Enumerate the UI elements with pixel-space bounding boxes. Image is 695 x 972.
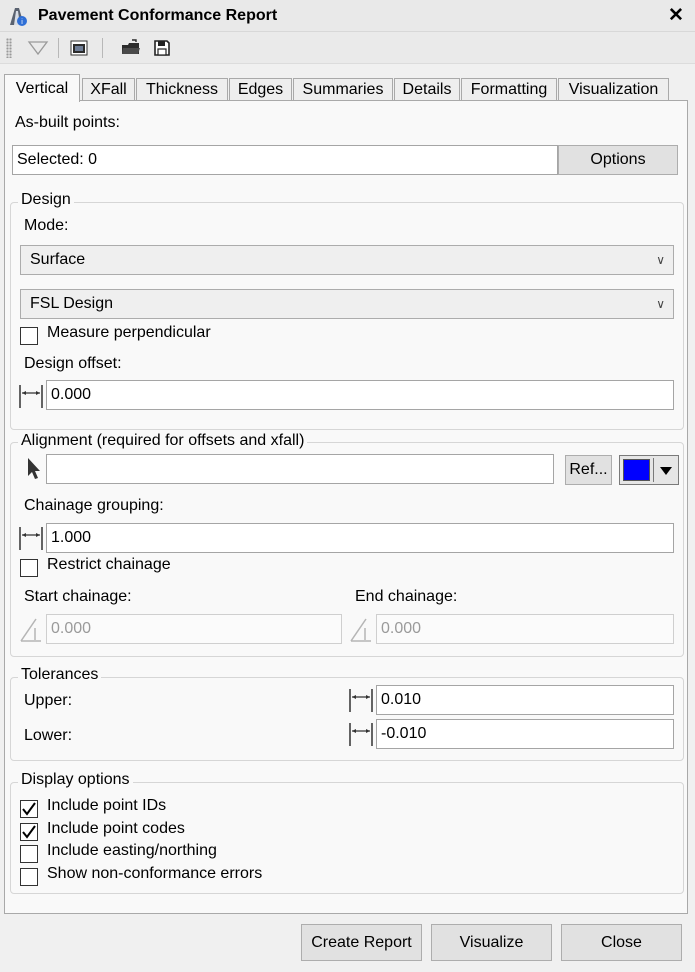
chainage-grouping-input[interactable]: 1.000 bbox=[46, 523, 674, 553]
restrict-chainage-label: Restrict chainage bbox=[47, 556, 171, 573]
include-point-ids-checkbox[interactable] bbox=[20, 800, 38, 818]
chainage-angle-icon bbox=[350, 618, 371, 642]
title-bar: i Pavement Conformance Report ✕ bbox=[0, 0, 695, 32]
mode-value: Surface bbox=[30, 251, 86, 268]
display-options-group-label: Display options bbox=[18, 771, 133, 789]
close-icon[interactable]: ✕ bbox=[666, 4, 686, 27]
upper-tolerance-input[interactable]: 0.010 bbox=[376, 685, 674, 715]
tab-details[interactable]: Details bbox=[394, 78, 460, 102]
dropdown-arrow-icon bbox=[660, 467, 672, 475]
horizontal-distance-icon bbox=[19, 385, 43, 408]
end-chainage-label: End chainage: bbox=[355, 588, 458, 605]
toolbar-separator bbox=[102, 38, 103, 58]
mode-label: Mode: bbox=[24, 217, 69, 234]
create-report-button[interactable]: Create Report bbox=[301, 924, 422, 961]
end-chainage-input[interactable]: 0.000 bbox=[376, 614, 674, 644]
toolbar-grip[interactable] bbox=[6, 38, 12, 58]
pavement-app-icon: i bbox=[10, 8, 27, 26]
horizontal-distance-icon bbox=[349, 689, 373, 712]
ref-button[interactable]: Ref... bbox=[565, 455, 612, 485]
tab-xfall[interactable]: XFall bbox=[82, 78, 135, 102]
chainage-angle-icon bbox=[20, 618, 41, 642]
tab-formatting[interactable]: Formatting bbox=[461, 78, 557, 102]
measure-perpendicular-label: Measure perpendicular bbox=[47, 324, 211, 341]
lower-tolerance-label: Lower: bbox=[24, 727, 73, 744]
arrow-pointer-icon[interactable] bbox=[24, 456, 44, 482]
selected-points-field[interactable]: Selected: 0 bbox=[12, 145, 558, 175]
design-offset-label: Design offset: bbox=[24, 355, 122, 372]
color-picker-button[interactable] bbox=[619, 455, 679, 485]
options-button[interactable]: Options bbox=[558, 145, 678, 175]
save-icon[interactable] bbox=[150, 36, 174, 60]
design-surface-dropdown[interactable]: FSL Design ∨ bbox=[20, 289, 674, 319]
include-point-codes-checkbox[interactable] bbox=[20, 823, 38, 841]
tab-edges[interactable]: Edges bbox=[229, 78, 292, 102]
measure-perpendicular-checkbox[interactable] bbox=[20, 327, 38, 345]
chainage-grouping-label: Chainage grouping: bbox=[24, 497, 164, 514]
include-point-ids-label: Include point IDs bbox=[47, 797, 167, 814]
filter-icon[interactable] bbox=[26, 36, 50, 60]
lower-tolerance-input[interactable]: -0.010 bbox=[376, 719, 674, 749]
chevron-down-icon: ∨ bbox=[656, 253, 665, 267]
start-chainage-input[interactable]: 0.000 bbox=[46, 614, 342, 644]
toolbar-separator bbox=[58, 38, 59, 58]
restrict-chainage-checkbox[interactable] bbox=[20, 559, 38, 577]
visualize-button[interactable]: Visualize bbox=[431, 924, 552, 961]
mode-dropdown[interactable]: Surface ∨ bbox=[20, 245, 674, 275]
start-chainage-label: Start chainage: bbox=[24, 588, 132, 605]
tab-visualization[interactable]: Visualization bbox=[558, 78, 669, 102]
upper-tolerance-label: Upper: bbox=[24, 692, 73, 709]
include-easting-northing-label: Include easting/northing bbox=[47, 842, 217, 859]
horizontal-distance-icon bbox=[349, 723, 373, 746]
show-nonconformance-errors-label: Show non-conformance errors bbox=[47, 865, 263, 882]
color-swatch bbox=[623, 459, 650, 481]
design-group-label: Design bbox=[18, 191, 74, 209]
toolbar bbox=[0, 32, 695, 64]
checkmark-icon bbox=[22, 825, 36, 839]
design-surface-value: FSL Design bbox=[30, 295, 113, 312]
include-easting-northing-checkbox[interactable] bbox=[20, 845, 38, 863]
asbuilt-points-label: As-built points: bbox=[15, 114, 120, 131]
horizontal-distance-icon bbox=[19, 527, 43, 550]
alignment-input[interactable] bbox=[46, 454, 554, 484]
show-nonconformance-errors-checkbox[interactable] bbox=[20, 868, 38, 886]
view-window-icon[interactable] bbox=[67, 36, 91, 60]
checkmark-icon bbox=[22, 802, 36, 816]
window-title: Pavement Conformance Report bbox=[38, 7, 278, 24]
tab-summaries[interactable]: Summaries bbox=[293, 78, 393, 102]
chevron-down-icon: ∨ bbox=[656, 297, 665, 311]
design-offset-input[interactable]: 0.000 bbox=[46, 380, 674, 410]
tab-thickness[interactable]: Thickness bbox=[136, 78, 228, 102]
color-picker-divider bbox=[653, 458, 654, 482]
tolerances-group-label: Tolerances bbox=[18, 666, 102, 684]
open-folder-icon[interactable] bbox=[119, 36, 143, 60]
alignment-group-label: Alignment (required for offsets and xfal… bbox=[18, 432, 308, 450]
include-point-codes-label: Include point codes bbox=[47, 820, 185, 837]
close-button[interactable]: Close bbox=[561, 924, 682, 961]
tab-vertical[interactable]: Vertical bbox=[4, 74, 80, 102]
